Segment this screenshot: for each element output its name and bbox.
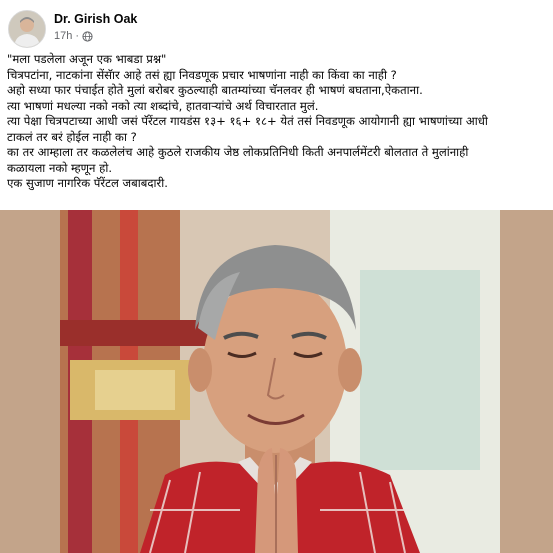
post-line: कळायला नको म्हणून हो. [7,160,113,175]
post-line: का तर आम्हाला तर कळलेलंच आहे कुठले राजकी… [7,145,469,159]
post-meta: 17h · [54,30,93,42]
post-line: एक सुजाण नागरिक पॅरेंटल जबाबदारी. [7,176,168,190]
post-line: "मला पडलेला अजून एक भाबडा प्रश्न" [7,52,167,66]
avatar[interactable] [8,10,46,48]
facebook-post: Dr. Girish Oak 17h · "मला पडलेला अजून एक… [0,0,553,553]
author-name[interactable]: Dr. Girish Oak [54,12,137,26]
globe-icon[interactable] [82,30,93,42]
post-text: "मला पडलेला अजून एक भाबडा प्रश्न" चित्रप… [7,52,547,192]
post-line: चित्रपटांना, नाटकांना सेंसॅार आहे तसं ह्… [7,67,397,82]
post-line: त्या पेक्षा चित्रपटाच्या आधी जसं पॅरेंटल… [7,114,488,128]
post-time[interactable]: 17h [54,30,72,42]
post-line: टाकलं तर बरं होईल नाही का ? [7,129,137,144]
post-header: Dr. Girish Oak 17h · [8,10,538,50]
meta-separator: · [75,30,80,42]
post-line: अहो सध्या फार पंचाईत होते मुलां बरोबर कु… [7,83,423,97]
post-photo[interactable] [0,210,553,553]
post-line: त्या भाषणां मधल्या नको नको त्या शब्दांचे… [7,98,319,113]
photo-illustration [0,210,553,553]
